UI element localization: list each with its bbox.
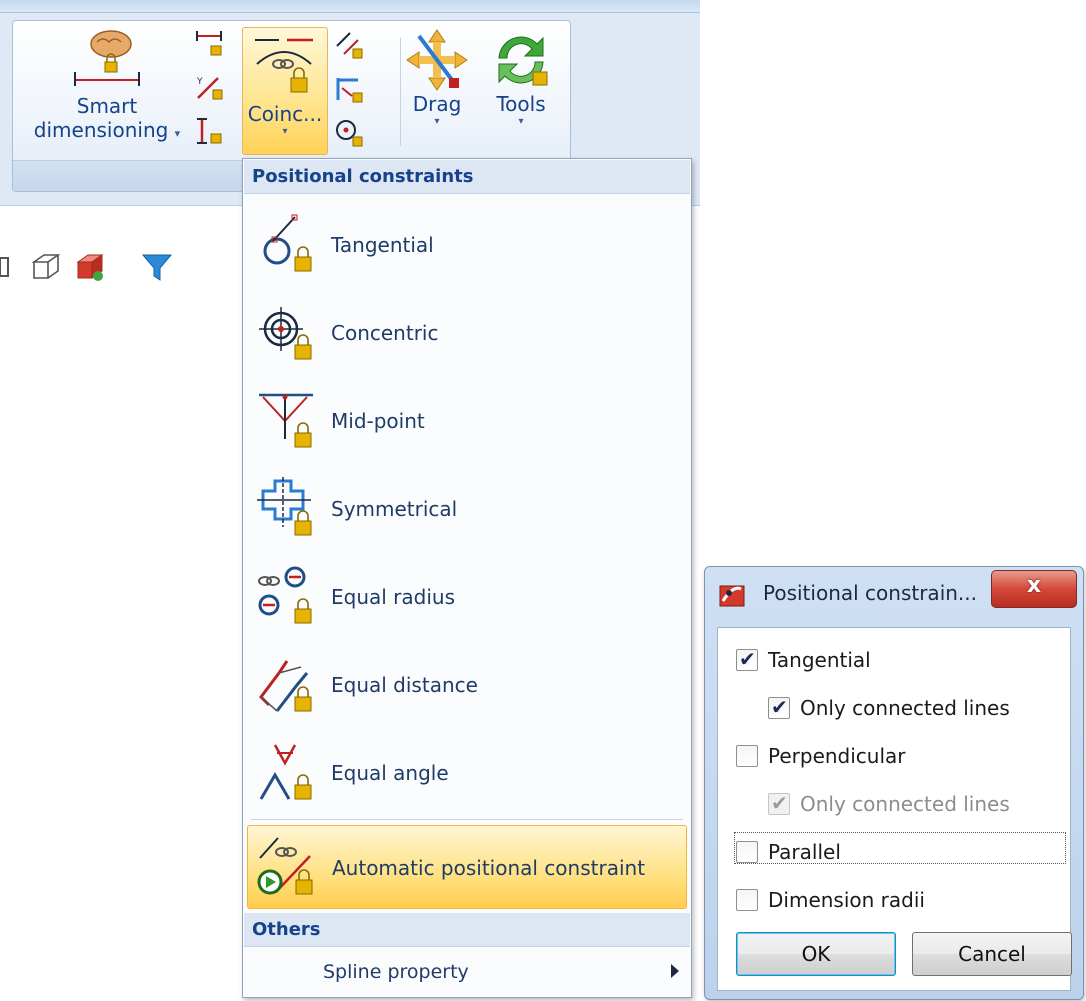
checkbox[interactable] xyxy=(736,841,758,863)
menu-item-mid-point[interactable]: Mid-point xyxy=(247,379,687,463)
close-button[interactable]: x xyxy=(991,570,1077,608)
menu-item-label: Symmetrical xyxy=(331,497,458,521)
menu-item-spline-property[interactable]: Spline property xyxy=(247,949,687,995)
tools-icon xyxy=(498,36,548,86)
drag-label: Drag xyxy=(412,92,462,116)
horizontal-dimension-icon[interactable] xyxy=(194,28,224,58)
menu-item-label: Tangential xyxy=(331,233,434,257)
coincidence-label: Coinc... xyxy=(247,102,323,126)
checkbox-label: Perpendicular xyxy=(768,744,906,768)
smart-dimensioning-icon xyxy=(74,30,140,86)
menu-section-others: Others xyxy=(244,913,690,947)
filter-icon[interactable] xyxy=(140,250,174,284)
tools-label: Tools xyxy=(496,92,546,116)
point-on-circle-icon[interactable] xyxy=(334,118,364,148)
ribbon-tab-strip xyxy=(0,0,700,13)
equal-distance-icon xyxy=(259,660,312,712)
chevron-down-icon: ▾ xyxy=(518,116,524,127)
midpoint-icon xyxy=(259,393,313,448)
menu-separator xyxy=(251,819,683,820)
equal-angle-icon xyxy=(259,744,312,800)
check-mark-icon: ✔ xyxy=(771,791,788,815)
aligned-dimension-icon[interactable]: Y xyxy=(194,72,224,102)
menu-item-equal-radius[interactable]: Equal radius xyxy=(247,555,687,639)
automatic-constraint-icon xyxy=(257,837,313,895)
chevron-down-icon: ▾ xyxy=(282,126,288,137)
menu-item-label: Equal distance xyxy=(331,673,478,697)
menu-item-automatic-positional-constraint[interactable]: Automatic positional constraint xyxy=(247,825,687,909)
smart-dimensioning-label-2: dimensioning ▾ xyxy=(33,118,181,142)
drag-icon xyxy=(406,29,468,91)
menu-item-concentric[interactable]: Concentric xyxy=(247,291,687,375)
menu-item-equal-distance[interactable]: Equal distance xyxy=(247,643,687,727)
menu-item-label: Spline property xyxy=(323,961,469,983)
submenu-arrow-icon xyxy=(671,964,679,978)
cancel-button[interactable]: Cancel xyxy=(912,932,1072,976)
checkbox-label: Only connected lines xyxy=(800,696,1010,720)
checkbox-label: Tangential xyxy=(768,648,871,672)
positional-constraints-dialog: Positional constrain... x ✔ Tangential ✔… xyxy=(704,566,1084,1000)
dialog-body: ✔ Tangential ✔ Only connected lines Perp… xyxy=(717,627,1072,991)
checkbox[interactable] xyxy=(736,745,758,767)
wireframe-cube-icon[interactable] xyxy=(28,250,62,284)
menu-item-tangential[interactable]: Tangential xyxy=(247,203,687,287)
positional-constraints-menu: Positional constraints Tangential Concen… xyxy=(242,158,692,998)
checkbox-label: Only connected lines xyxy=(800,792,1010,816)
equal-radius-icon xyxy=(258,566,312,624)
concentric-icon xyxy=(259,307,312,360)
checkbox-label: Parallel xyxy=(768,840,841,864)
vertical-dimension-icon[interactable] xyxy=(194,116,224,146)
menu-item-label: Concentric xyxy=(331,321,439,345)
menu-item-label: Mid-point xyxy=(331,409,425,433)
red-cube-icon[interactable] xyxy=(72,250,106,284)
checkbox-label: Dimension radii xyxy=(768,888,925,912)
dialog-title: Positional constrain... xyxy=(763,581,977,605)
svg-text:Y: Y xyxy=(196,77,203,87)
checkbox[interactable] xyxy=(736,889,758,911)
drag-button[interactable]: Drag ▾ xyxy=(402,28,472,128)
checkbox[interactable]: ✔ xyxy=(736,647,758,671)
parallel-constraint-icon[interactable] xyxy=(334,30,364,60)
tangential-icon xyxy=(263,214,312,272)
check-mark-icon: ✔ xyxy=(739,647,756,671)
perpendicular-constraint-icon[interactable] xyxy=(334,74,364,104)
coincidence-icon xyxy=(255,38,313,93)
check-mark-icon: ✔ xyxy=(771,695,788,719)
ribbon-separator xyxy=(400,38,401,146)
symmetrical-icon xyxy=(257,477,312,536)
smart-dimensioning-label-1: Smart xyxy=(76,94,138,118)
chevron-down-icon: ▾ xyxy=(434,116,440,127)
coincidence-button[interactable]: Coinc... ▾ xyxy=(242,27,328,155)
menu-item-label: Equal radius xyxy=(331,585,456,609)
partial-icon[interactable] xyxy=(0,250,12,284)
menu-item-equal-angle[interactable]: Equal angle xyxy=(247,731,687,815)
smart-dimensioning-button[interactable]: Smart dimensioning ▾ xyxy=(22,26,192,156)
menu-item-label: Automatic positional constraint xyxy=(332,856,646,880)
menu-item-symmetrical[interactable]: Symmetrical xyxy=(247,467,687,551)
menu-item-label: Equal angle xyxy=(331,761,449,785)
coincidence-label-wrap: Coinc... ▾ xyxy=(243,102,327,138)
checkbox: ✔ xyxy=(768,791,790,815)
tools-button[interactable]: Tools ▾ xyxy=(486,28,556,128)
close-icon: x xyxy=(1026,573,1042,598)
checkbox[interactable]: ✔ xyxy=(768,695,790,719)
app-icon xyxy=(719,585,745,607)
menu-section-positional: Positional constraints xyxy=(244,160,690,194)
ok-button[interactable]: OK xyxy=(736,932,896,976)
